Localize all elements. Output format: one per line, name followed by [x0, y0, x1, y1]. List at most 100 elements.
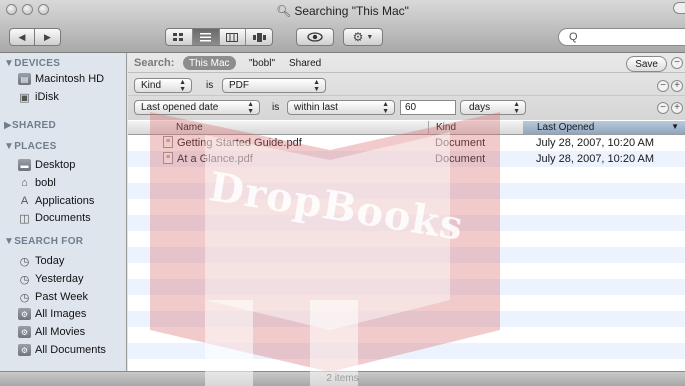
file-name: Getting Started Guide.pdf [177, 137, 302, 149]
empty-row [128, 279, 685, 295]
sidebar-item-all-documents[interactable]: ⚙︎ All Documents [18, 342, 106, 358]
smart-folder-icon: ⚙︎ [18, 308, 31, 320]
add-rule-button[interactable]: + [671, 80, 683, 92]
search-field-icon: Q [569, 31, 578, 43]
sidebar-item-label: Past Week [35, 291, 88, 303]
sidebar-item-label: Macintosh HD [35, 73, 105, 85]
empty-row [128, 231, 685, 247]
sidebar-item-all-movies[interactable]: ⚙︎ All Movies [18, 324, 85, 340]
remove-rule-button[interactable]: − [671, 57, 683, 69]
popup-value: Last opened date [141, 102, 219, 113]
search-rule-kind: Kind ▲ ▼ is PDF ▲ ▼ − + [128, 76, 685, 96]
empty-row [128, 343, 685, 359]
empty-row [128, 311, 685, 327]
rule-attribute-popup[interactable]: Kind ▲ ▼ [134, 78, 192, 93]
pdf-file-icon: ≡ [163, 152, 173, 164]
icon-view-button[interactable] [166, 29, 192, 45]
search-rule-date: Last opened date ▲ ▼ is within last ▲ ▼ 60 d… [128, 98, 685, 118]
pdf-file-icon: ≡ [163, 136, 173, 148]
results-list: ≡ Getting Started Guide.pdf Document Jul… [128, 135, 685, 371]
sidebar-item-label: bobl [35, 177, 56, 189]
file-last-opened: July 28, 2007, 10:20 AM [536, 153, 655, 165]
column-header-kind[interactable]: Kind [436, 122, 456, 133]
popup-value: days [469, 102, 491, 113]
home-icon: ⌂ [21, 177, 28, 189]
empty-row [128, 327, 685, 343]
list-view-icon [200, 32, 212, 41]
table-header: Name Kind Last Opened ▼ [128, 121, 685, 135]
add-rule-button[interactable]: + [671, 102, 683, 114]
sidebar-item-macintosh-hd[interactable]: ▤ Macintosh HD [18, 71, 104, 87]
empty-row [128, 199, 685, 215]
updown-arrows-icon: ▲ ▼ [382, 100, 389, 115]
smart-folder-icon: ⚙︎ [18, 344, 31, 356]
table-row[interactable]: ≡ Getting Started Guide.pdf Document Jul… [128, 135, 685, 151]
search-input[interactable]: Q [558, 28, 685, 46]
sidebar-item-yesterday[interactable]: ◷ Yesterday [18, 271, 84, 287]
column-header-label: Last Opened [537, 122, 595, 133]
updown-arrows-icon: ▲ ▼ [313, 78, 320, 93]
empty-row [128, 167, 685, 183]
sidebar-item-label: Today [35, 255, 65, 267]
rule-operator: is [272, 102, 280, 113]
column-view-button[interactable] [218, 29, 246, 45]
rule-value-popup[interactable]: PDF ▲ ▼ [222, 78, 326, 93]
sidebar-header-search-for[interactable]: ▼SEARCH FOR [4, 236, 83, 247]
window-title-bar: 🔍︎ Searching "This Mac" [0, 4, 685, 18]
sidebar-item-all-images[interactable]: ⚙︎ All Images [18, 306, 86, 322]
back-arrow-icon: ◀ [18, 31, 26, 42]
title-toolbar: 🔍︎ Searching "This Mac" ◀ ▶ ⚙︎ ▼ Q [0, 0, 685, 53]
scope-bobl[interactable]: "bobl" [243, 56, 281, 70]
save-search-button[interactable]: Save [626, 56, 667, 72]
popup-value: PDF [229, 80, 249, 91]
scope-this-mac[interactable]: This Mac [183, 56, 236, 70]
finder-window: 🔍︎ Searching "This Mac" ◀ ▶ ⚙︎ ▼ Q ▼DEVI… [0, 0, 685, 386]
action-menu-button[interactable]: ⚙︎ ▼ [343, 28, 383, 46]
updown-arrows-icon: ▲ ▼ [513, 100, 520, 115]
sidebar-item-label: Desktop [35, 159, 76, 171]
sidebar-item-past-week[interactable]: ◷ Past Week [18, 289, 88, 305]
sidebar-item-label: Yesterday [35, 273, 84, 285]
search-scope-row: Search: This Mac "bobl" Shared Save − [128, 53, 685, 73]
sidebar-item-label: All Images [35, 308, 87, 320]
sidebar-item-applications[interactable]: A Applications [18, 193, 95, 209]
sidebar-item-bobl[interactable]: ⌂ bobl [18, 175, 56, 191]
updown-arrows-icon: ▲ ▼ [179, 78, 186, 93]
sidebar-item-idisk[interactable]: ▣ iDisk [18, 89, 59, 105]
sidebar-item-documents[interactable]: ◫ Documents [18, 210, 91, 226]
rule-unit-popup[interactable]: days ▲ ▼ [460, 100, 526, 115]
forward-button[interactable]: ▶ [35, 28, 61, 46]
search-criteria-bar: Search: This Mac "bobl" Shared Save − Ki… [128, 53, 685, 120]
chevron-down-icon: ▼ [366, 33, 374, 41]
column-divider[interactable] [428, 121, 429, 135]
remove-rule-button[interactable]: − [657, 102, 669, 114]
sidebar-header-shared[interactable]: ▶SHARED [4, 120, 56, 131]
table-row[interactable]: ≡ At a Glance.pdf Document July 28, 2007… [128, 151, 685, 167]
rule-attribute-popup[interactable]: Last opened date ▲ ▼ [134, 100, 260, 115]
column-header-last-opened[interactable]: Last Opened ▼ [523, 121, 685, 134]
list-view-button[interactable] [191, 29, 219, 45]
scope-shared[interactable]: Shared [283, 56, 327, 70]
quick-look-button[interactable] [296, 28, 334, 46]
clock-icon: ◷ [19, 255, 30, 268]
file-name: At a Glance.pdf [177, 153, 253, 165]
rule-condition-popup[interactable]: within last ▲ ▼ [287, 100, 395, 115]
empty-row [128, 215, 685, 231]
remove-rule-button[interactable]: − [657, 80, 669, 92]
sidebar-item-label: All Documents [35, 344, 106, 356]
toolbar-toggle-button[interactable] [673, 2, 685, 14]
empty-row [128, 183, 685, 199]
sidebar-item-desktop[interactable]: ▬ Desktop [18, 157, 75, 173]
sidebar-header-places[interactable]: ▼PLACES [4, 141, 57, 152]
rule-number-field[interactable]: 60 [400, 100, 456, 115]
hard-drive-icon: ▤ [18, 73, 31, 85]
search-icon: 🔍︎ [276, 4, 292, 18]
sidebar-item-label: Documents [35, 212, 91, 224]
column-header-name[interactable]: Name [176, 122, 203, 133]
forward-arrow-icon: ▶ [44, 31, 51, 42]
coverflow-view-button[interactable] [245, 29, 272, 45]
sidebar-item-today[interactable]: ◷ Today [18, 253, 65, 269]
sidebar-header-devices[interactable]: ▼DEVICES [4, 58, 60, 69]
back-button[interactable]: ◀ [9, 28, 35, 46]
sidebar-item-label: All Movies [35, 326, 86, 338]
